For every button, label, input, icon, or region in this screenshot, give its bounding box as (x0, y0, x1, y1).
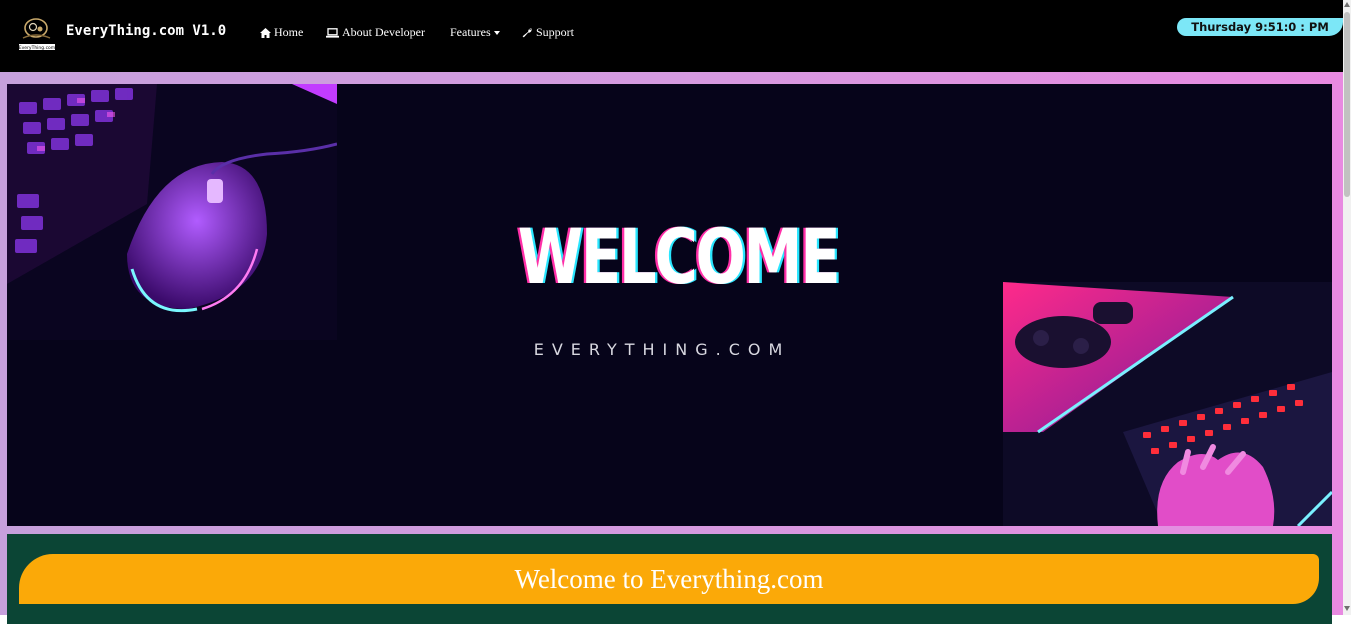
svg-text:EveryThing.com: EveryThing.com (19, 45, 55, 51)
brand-logo[interactable]: EveryThing.com (17, 14, 57, 54)
gamepad-keyboard-image (1003, 282, 1332, 526)
wrench-icon (522, 28, 532, 38)
welcome-banner: WELCOME EVERYTHING.COM (7, 84, 1332, 526)
main-content: WELCOME EVERYTHING.COM Welcome to Everyt… (0, 72, 1343, 624)
welcome-heading: Welcome to Everything.com (19, 554, 1319, 604)
nav-home-label: Home (274, 25, 304, 39)
scrollbar-thumb[interactable] (1344, 12, 1350, 197)
home-icon (260, 27, 271, 38)
scroll-down-arrow-icon[interactable] (1344, 606, 1350, 611)
welcome-panel: Welcome to Everything.com (7, 534, 1332, 624)
laptop-icon (326, 27, 339, 38)
navbar: EveryThing.com EveryThing.com V1.0 Home … (0, 0, 1343, 72)
clock-badge: Thursday 9:51:0 : PM (1177, 18, 1343, 36)
page-scrollbar[interactable] (1343, 0, 1351, 615)
nav-about-developer[interactable]: About Developer (326, 25, 425, 40)
keyboard-mouse-image (7, 84, 337, 340)
nav-support-label: Support (536, 25, 575, 39)
banner-subtitle: EVERYTHING.COM (533, 340, 791, 359)
brand-title[interactable]: EveryThing.com V1.0 (66, 23, 226, 39)
nav-support[interactable]: Support (522, 25, 574, 40)
banner-headline: WELCOME (517, 212, 841, 301)
nav-features-label: Features (450, 25, 491, 39)
scroll-up-arrow-icon[interactable] (1344, 2, 1350, 7)
caret-down-icon (493, 30, 500, 35)
nav-features-dropdown[interactable]: Features (450, 25, 500, 40)
nav-about-developer-label: About Developer (342, 25, 425, 39)
nav-home[interactable]: Home (260, 25, 303, 40)
